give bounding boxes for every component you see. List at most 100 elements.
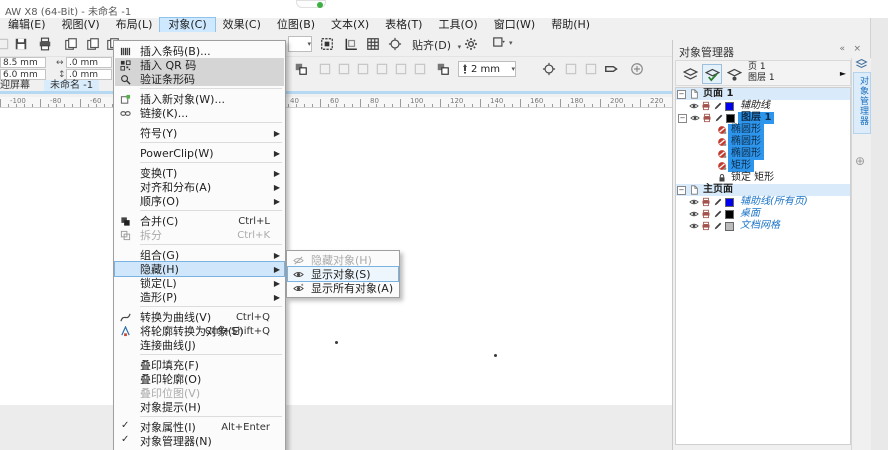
layer-manager-view-button[interactable] bbox=[680, 64, 700, 84]
snap-to-dropdown[interactable]: 贴齐(D) ▾ bbox=[412, 37, 461, 53]
layer-color-swatch[interactable] bbox=[725, 210, 734, 219]
docker-close-button[interactable]: × bbox=[853, 44, 861, 54]
layer-color-swatch[interactable] bbox=[725, 102, 734, 111]
menu-item-I[interactable]: ✓对象属性(I)Alt+Enter bbox=[115, 420, 284, 434]
expand-icon[interactable]: − bbox=[677, 90, 686, 99]
object-hinting-icon[interactable] bbox=[602, 60, 620, 78]
tree-row-[interactable]: 文档网格 bbox=[676, 220, 850, 232]
layer-color-swatch[interactable] bbox=[725, 222, 734, 231]
edit-across-layers-button[interactable] bbox=[702, 64, 722, 84]
menu-item-P[interactable]: 造形(P)▶ bbox=[115, 290, 284, 304]
menubar-item-V[interactable]: 视图(V) bbox=[54, 18, 108, 32]
expand-icon[interactable]: − bbox=[678, 114, 687, 123]
menu-item-H[interactable]: 隐藏(H)▶ bbox=[115, 262, 284, 276]
docker-flyout-button[interactable]: « bbox=[839, 44, 845, 54]
menu-item-C[interactable]: 合并(C)Ctrl+L bbox=[115, 214, 284, 228]
add-docker-button[interactable]: ⊕ bbox=[855, 154, 865, 168]
nudge-distance-combo[interactable]: 2 mm▾ bbox=[458, 61, 516, 77]
menu-item-O[interactable]: 叠印轮廓(O) bbox=[115, 372, 284, 386]
eye-toggle-icon[interactable] bbox=[688, 220, 700, 232]
hidden-object-icon[interactable] bbox=[716, 160, 728, 172]
menubar-item-B[interactable]: 位图(B) bbox=[269, 18, 323, 32]
tree-row-[interactable]: 辅助线 bbox=[676, 100, 850, 112]
hidden-object-icon[interactable] bbox=[716, 136, 728, 148]
hidden-object-icon[interactable] bbox=[716, 148, 728, 160]
printer-toggle-icon[interactable] bbox=[700, 208, 712, 220]
add-tool-icon[interactable] bbox=[628, 60, 646, 78]
treat-as-filled-icon[interactable] bbox=[540, 60, 558, 78]
pencil-toggle-icon[interactable] bbox=[712, 208, 724, 220]
menubar-item-C[interactable]: 效果(C) bbox=[215, 18, 269, 32]
tree-row-1[interactable]: −页面 1 bbox=[676, 88, 850, 100]
x-offset-field[interactable]: .0 mm bbox=[66, 57, 112, 68]
object-manager-tab[interactable]: 对象管理器 bbox=[853, 72, 871, 134]
menu-item-K[interactable]: 链接(K)... bbox=[115, 106, 284, 120]
menu-item-QR[interactable]: 插入 QR 码 bbox=[115, 58, 284, 72]
pencil-toggle-icon[interactable] bbox=[713, 112, 725, 124]
import-icon[interactable] bbox=[62, 35, 80, 53]
to-front-icon[interactable] bbox=[292, 60, 310, 78]
layer-color-swatch[interactable] bbox=[725, 198, 734, 207]
menubar-item-W[interactable]: 窗口(W) bbox=[486, 18, 543, 32]
eye-toggle-icon[interactable] bbox=[689, 112, 701, 124]
menubar-item-C[interactable]: 对象(C) bbox=[160, 18, 214, 32]
menu-item-N[interactable]: ✓对象管理器(N) bbox=[115, 434, 284, 448]
tree-row-[interactable]: 桌面 bbox=[676, 208, 850, 220]
hidden-object-icon[interactable] bbox=[716, 124, 728, 136]
menu-item-B[interactable]: 插入条码(B)... bbox=[115, 44, 284, 58]
menubar-item-H[interactable]: 帮助(H) bbox=[543, 18, 598, 32]
show-grid-icon[interactable] bbox=[364, 35, 382, 53]
menu-item-T[interactable]: 变换(T)▶ bbox=[115, 166, 284, 180]
menu-item-V[interactable]: 转换为曲线(V)Ctrl+Q bbox=[115, 310, 284, 324]
menu-item-PowerClipW[interactable]: PowerClip(W)▶ bbox=[115, 146, 284, 160]
full-screen-preview-icon[interactable] bbox=[318, 35, 336, 53]
document-tab-0[interactable]: 迎屏幕 bbox=[0, 80, 36, 91]
menu-item-L[interactable]: 锁定(L)▶ bbox=[115, 276, 284, 290]
tree-row-[interactable]: 锁定 矩形 bbox=[676, 172, 850, 184]
menu-item-J[interactable]: 连接曲线(J) bbox=[115, 338, 284, 352]
menubar-item-O[interactable]: 工具(O) bbox=[430, 18, 485, 32]
menu-item-E[interactable]: 将轮廓转换为对象(E)Ctrl+Shift+Q bbox=[115, 324, 284, 338]
pencil-toggle-icon[interactable] bbox=[712, 196, 724, 208]
menu-item-[interactable]: 验证条形码 bbox=[115, 72, 284, 86]
menu-item-F[interactable]: 叠印填充(F) bbox=[115, 358, 284, 372]
tree-row-[interactable]: 椭圆形 bbox=[676, 148, 850, 160]
menu-item-G[interactable]: 组合(G)▶ bbox=[115, 248, 284, 262]
printer-toggle-icon[interactable] bbox=[701, 112, 713, 124]
save-icon[interactable] bbox=[12, 35, 30, 53]
menubar-item-L[interactable]: 布局(L) bbox=[108, 18, 161, 32]
eye-toggle-icon[interactable] bbox=[688, 100, 700, 112]
document-tab-1[interactable]: 未命名 -1 bbox=[44, 80, 99, 91]
tree-row-[interactable]: −主页面 bbox=[676, 184, 850, 196]
page-width-field[interactable]: 8.5 mm bbox=[0, 57, 46, 68]
page-height-field[interactable]: 6.0 mm bbox=[0, 69, 46, 80]
canvas-object-dot[interactable] bbox=[494, 354, 497, 357]
tree-row-[interactable]: 椭圆形 bbox=[676, 124, 850, 136]
menu-item-H[interactable]: 对象提示(H) bbox=[115, 400, 284, 414]
tree-row-[interactable]: 矩形 bbox=[676, 160, 850, 172]
print-icon[interactable] bbox=[36, 35, 54, 53]
tree-row-[interactable]: 椭圆形 bbox=[676, 136, 850, 148]
submenu-item-S[interactable]: 显示对象(S) bbox=[288, 267, 398, 281]
printer-toggle-icon[interactable] bbox=[700, 220, 712, 232]
options-gear-icon[interactable] bbox=[462, 35, 480, 53]
eye-toggle-icon[interactable] bbox=[688, 208, 700, 220]
printer-toggle-icon[interactable] bbox=[700, 196, 712, 208]
lock-icon[interactable] bbox=[716, 172, 728, 184]
menu-item-O[interactable]: 顺序(O)▶ bbox=[115, 194, 284, 208]
export-icon[interactable] bbox=[84, 35, 102, 53]
horizontal-ruler[interactable]: -100-80-60406080100120140160180200220 bbox=[0, 97, 672, 108]
show-guidelines-icon[interactable] bbox=[386, 35, 404, 53]
show-rulers-icon[interactable] bbox=[342, 35, 360, 53]
docker-options-arrow[interactable]: ► bbox=[840, 69, 846, 78]
menu-item-A[interactable]: 对齐和分布(A)▶ bbox=[115, 180, 284, 194]
launcher-dropdown[interactable]: ▾ bbox=[492, 35, 513, 49]
menubar-item-E[interactable]: 编辑(E) bbox=[0, 18, 54, 32]
menubar-item-T[interactable]: 表格(T) bbox=[377, 18, 430, 32]
tree-row-1[interactable]: −图层 1 bbox=[676, 112, 850, 124]
menu-item-W[interactable]: 插入新对象(W)... bbox=[115, 92, 284, 106]
pencil-toggle-icon[interactable] bbox=[712, 100, 724, 112]
tree-row-[interactable]: 辅助线(所有页) bbox=[676, 196, 850, 208]
show-object-properties-button[interactable] bbox=[724, 64, 744, 84]
layer-color-swatch[interactable] bbox=[726, 114, 735, 123]
